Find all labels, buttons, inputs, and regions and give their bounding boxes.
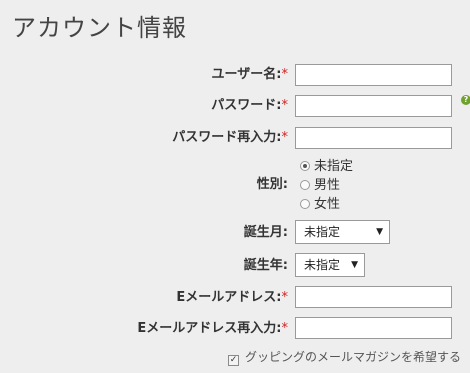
birth-year-select[interactable]: 未指定 ▼ [295,253,365,277]
question-icon[interactable]: ? [461,95,470,105]
password-confirm-input[interactable] [295,127,452,149]
radio-button[interactable] [300,180,310,190]
gender-label: 性別: [256,177,288,192]
gender-option-male[interactable]: 男性 [300,178,340,194]
password-input[interactable] [295,95,452,117]
required-mark: * [281,130,289,145]
username-label: ユーザー名:* [211,67,289,82]
newsletter-label: グッピングのメールマガジンを希望する [245,350,462,364]
newsletter-checkbox[interactable]: ✓ [228,355,239,366]
gender-option-unspecified[interactable]: 未指定 [300,159,353,175]
email-confirm-input[interactable] [295,317,452,339]
password-confirm-label: パスワード再入力:* [172,130,289,145]
birth-month-label: 誕生月: [243,225,288,240]
email-confirm-label: Eメールアドレス再入力:* [137,321,289,336]
page-title: アカウント情報 [12,14,187,42]
newsletter-option[interactable]: ✓ グッピングのメールマガジンを希望する [228,349,461,366]
birth-year-label: 誕生年: [243,258,288,273]
required-mark: * [281,67,289,82]
radio-button[interactable] [300,199,310,209]
email-label: Eメールアドレス:* [176,290,289,305]
email-input[interactable] [295,286,452,308]
chevron-down-icon: ▼ [376,227,383,237]
birth-month-select[interactable]: 未指定 ▼ [295,220,390,244]
radio-button[interactable] [300,161,310,171]
required-mark: * [281,98,289,113]
required-mark: * [281,321,289,336]
password-label: パスワード:* [211,98,289,113]
gender-option-female[interactable]: 女性 [300,197,340,213]
chevron-down-icon: ▼ [351,260,358,270]
username-input[interactable] [295,64,452,86]
required-mark: * [281,290,289,305]
